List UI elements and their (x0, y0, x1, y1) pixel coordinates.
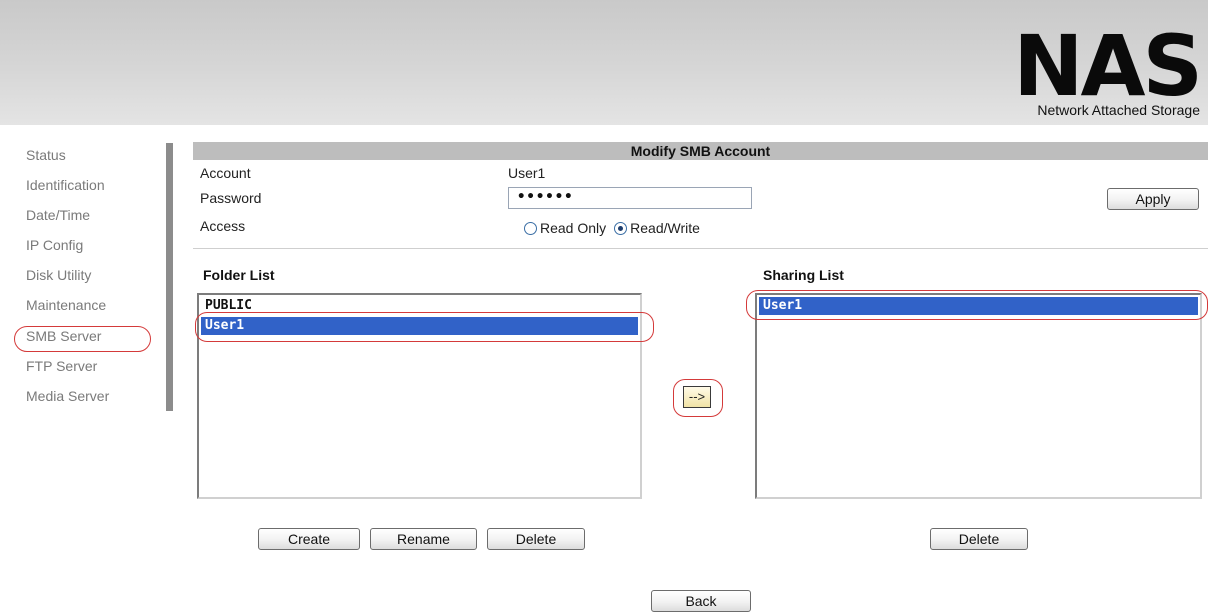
access-label: Access (200, 218, 246, 234)
sidebar-item-ftp-server[interactable]: FTP Server (26, 358, 97, 374)
password-label: Password (200, 190, 262, 206)
sharing-item-user1[interactable]: User1 (759, 297, 1198, 315)
sidebar-divider (166, 143, 173, 411)
section-title-bar: Modify SMB Account (193, 142, 1208, 160)
brand-subtitle: Network Attached Storage (1037, 102, 1200, 118)
sharing-listbox[interactable]: User1 (755, 293, 1202, 499)
divider (193, 248, 1208, 249)
page-title: Modify SMB Account (630, 143, 771, 159)
header-banner: NAS Network Attached Storage (0, 0, 1208, 125)
sidebar-item-media-server[interactable]: Media Server (26, 388, 109, 404)
folder-item-user1[interactable]: User1 (201, 317, 638, 335)
radio-read-write-label: Read/Write (630, 220, 700, 236)
sidebar-item-disk-utility[interactable]: Disk Utility (26, 267, 91, 283)
sidebar-item-smb-server[interactable]: SMB Server (26, 328, 101, 344)
move-to-sharing-button[interactable]: --> (683, 386, 711, 408)
sidebar-item-ip-config[interactable]: IP Config (26, 237, 83, 253)
radio-read-write[interactable] (614, 221, 628, 235)
back-button[interactable]: Back (651, 590, 751, 612)
sidebar-item-maintenance[interactable]: Maintenance (26, 297, 106, 313)
folder-item-public[interactable]: PUBLIC (201, 297, 638, 315)
rename-button[interactable]: Rename (370, 528, 477, 550)
account-label: Account (200, 165, 251, 181)
create-button[interactable]: Create (258, 528, 360, 550)
account-value: User1 (508, 165, 546, 181)
access-radio-group: Read Only Read/Write (524, 220, 708, 236)
delete-sharing-button[interactable]: Delete (930, 528, 1028, 550)
sidebar-item-date-time[interactable]: Date/Time (26, 207, 90, 223)
apply-button[interactable]: Apply (1107, 188, 1199, 210)
radio-read-only[interactable] (524, 221, 537, 235)
delete-folder-button[interactable]: Delete (487, 528, 585, 550)
brand-logo-text: NAS (1013, 17, 1203, 115)
sidebar-item-status[interactable]: Status (26, 147, 66, 163)
brand-logo: NAS Network Attached Storage (948, 10, 1208, 122)
radio-read-only-label: Read Only (540, 220, 607, 236)
sharing-list-heading: Sharing List (763, 267, 844, 283)
password-field[interactable]: •••••• (508, 187, 752, 209)
folder-listbox[interactable]: PUBLIC User1 (197, 293, 642, 499)
folder-list-heading: Folder List (203, 267, 275, 283)
sidebar-item-identification[interactable]: Identification (26, 177, 105, 193)
